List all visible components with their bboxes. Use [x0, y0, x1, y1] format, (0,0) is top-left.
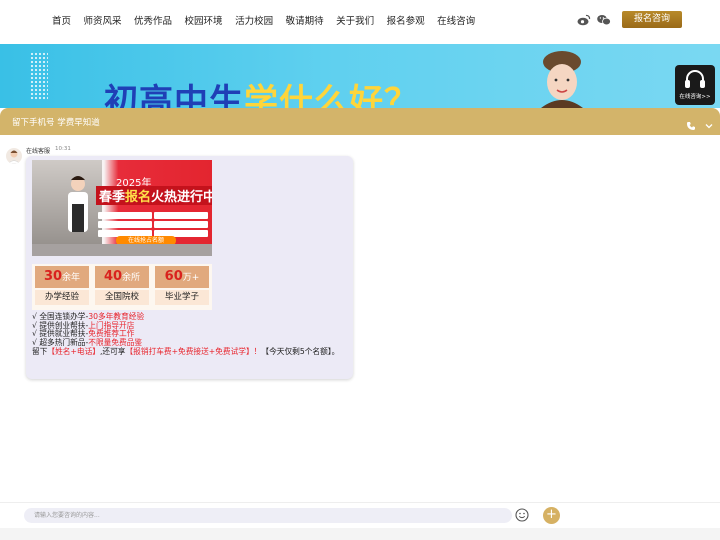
closing-line: 留下【姓名+电话】,还可享【报销打车费+免费接送+免费试学】！【今天仅剩5个名额…: [32, 346, 340, 357]
promo-title-line2: 春季报名火热进行中: [96, 186, 212, 205]
promo-title-enroll: 报名: [125, 190, 152, 205]
promo-feature-grid: [98, 212, 208, 237]
promo-feature: [98, 221, 152, 228]
stat-label: 办学经验: [35, 290, 89, 305]
online-widget-label: 在线咨询>>: [679, 94, 711, 100]
hero-banner: 初高中生学什么好？: [0, 44, 720, 108]
nav-home[interactable]: 首页: [52, 13, 71, 27]
stat-number: 40余所: [95, 266, 149, 288]
closing-highlight: 【报销打车费+免费接送+免费试学】！: [125, 346, 262, 356]
dot-pattern: [30, 52, 48, 100]
headline-part1: 初高中生: [104, 82, 244, 108]
nav-works[interactable]: 优秀作品: [134, 13, 172, 27]
stat-number: 60万+: [155, 266, 209, 288]
headset-icon: [685, 70, 705, 88]
chat-header-text: 留下手机号 学费早知道: [12, 118, 100, 128]
banner-headline: 初高中生学什么好？: [104, 74, 419, 108]
stat-schools: 40余所 全国院校: [95, 266, 149, 310]
promo-image[interactable]: 2025年 春季报名火热进行中 在线抢占名额: [32, 160, 212, 256]
stat-label: 毕业学子: [155, 290, 209, 305]
stat-number: 30余年: [35, 266, 89, 288]
stat-value: 60: [164, 269, 183, 284]
benefit-highlight: 30多年教育经验: [88, 312, 145, 321]
stat-value: 40: [103, 269, 123, 284]
online-consult-widget[interactable]: 在线咨询>>: [675, 65, 715, 105]
stat-value: 30: [43, 269, 63, 284]
nav-links: 首页 师资风采 优秀作品 校园环境 活力校园 敬请期待 关于我们 报名参观 在线…: [52, 13, 488, 27]
benefit-prefix: √ 全国连锁办学-: [32, 312, 89, 321]
chef-photo: [541, 51, 583, 108]
nav-consult[interactable]: 在线咨询: [437, 13, 475, 27]
emoji-icon[interactable]: [515, 507, 529, 526]
phone-icon[interactable]: [686, 116, 696, 135]
nav-campus[interactable]: 校园环境: [185, 13, 223, 27]
social-links: [577, 14, 611, 26]
closing-text: 留下: [32, 346, 48, 356]
stat-unit: 余所: [122, 273, 141, 283]
closing-text: 【今天仅剩5个名额】: [261, 346, 332, 356]
chat-header-actions: [686, 116, 714, 135]
stats-panel: 30余年 办学经验 40余所 全国院校 60万+ 毕业学子: [32, 264, 212, 310]
avatar: [6, 148, 22, 164]
promo-title-hot: 火热进行中: [151, 190, 212, 205]
stat-graduates: 60万+ 毕业学子: [155, 266, 209, 310]
stat-unit: 万+: [182, 273, 200, 283]
add-icon[interactable]: +: [543, 507, 560, 524]
headline-part2: 学什么好？: [244, 82, 419, 108]
message-text: √ 全国连锁办学-30多年教育经验 √ 提供创业帮扶-上门指导开店 √ 提供就业…: [32, 312, 340, 357]
message-input[interactable]: [24, 508, 512, 523]
nav-about[interactable]: 关于我们: [336, 13, 374, 27]
footer-strip: [0, 528, 720, 540]
agent-name: 在线客服: [26, 148, 51, 155]
chevron-down-icon[interactable]: [704, 116, 714, 135]
nav-coming-soon[interactable]: 敬请期待: [286, 13, 324, 27]
benefit-highlight: 不限量免费品鉴: [88, 338, 143, 348]
closing-highlight: 【姓名+电话】: [47, 346, 100, 356]
promo-feature: [154, 212, 208, 219]
benefit-prefix: √ 超多热门新品-: [32, 338, 89, 348]
stat-label: 全国院校: [95, 290, 149, 305]
nav-campus-life[interactable]: 活力校园: [235, 13, 273, 27]
nav-teachers[interactable]: 师资风采: [84, 13, 122, 27]
weibo-icon[interactable]: [577, 14, 591, 26]
apply-button[interactable]: 报名咨询: [622, 11, 682, 28]
promo-feature: [154, 221, 208, 228]
chat-header: 留下手机号 学费早知道: [0, 108, 720, 135]
wechat-icon[interactable]: [597, 14, 611, 26]
stat-experience: 30余年 办学经验: [35, 266, 89, 310]
promo-title-spring: 春季: [99, 190, 126, 205]
top-nav: 首页 师资风采 优秀作品 校园环境 活力校园 敬请期待 关于我们 报名参观 在线…: [0, 0, 720, 44]
promo-chef-figure: [68, 176, 88, 232]
closing-text: ,还可享: [99, 346, 126, 356]
promo-feature: [98, 212, 152, 219]
promo-bottom-bar: [32, 244, 212, 256]
message-time: 10:31: [55, 146, 71, 152]
closing-text: 。: [331, 346, 340, 356]
stat-unit: 余年: [62, 273, 81, 283]
nav-visit[interactable]: 报名参观: [387, 13, 425, 27]
